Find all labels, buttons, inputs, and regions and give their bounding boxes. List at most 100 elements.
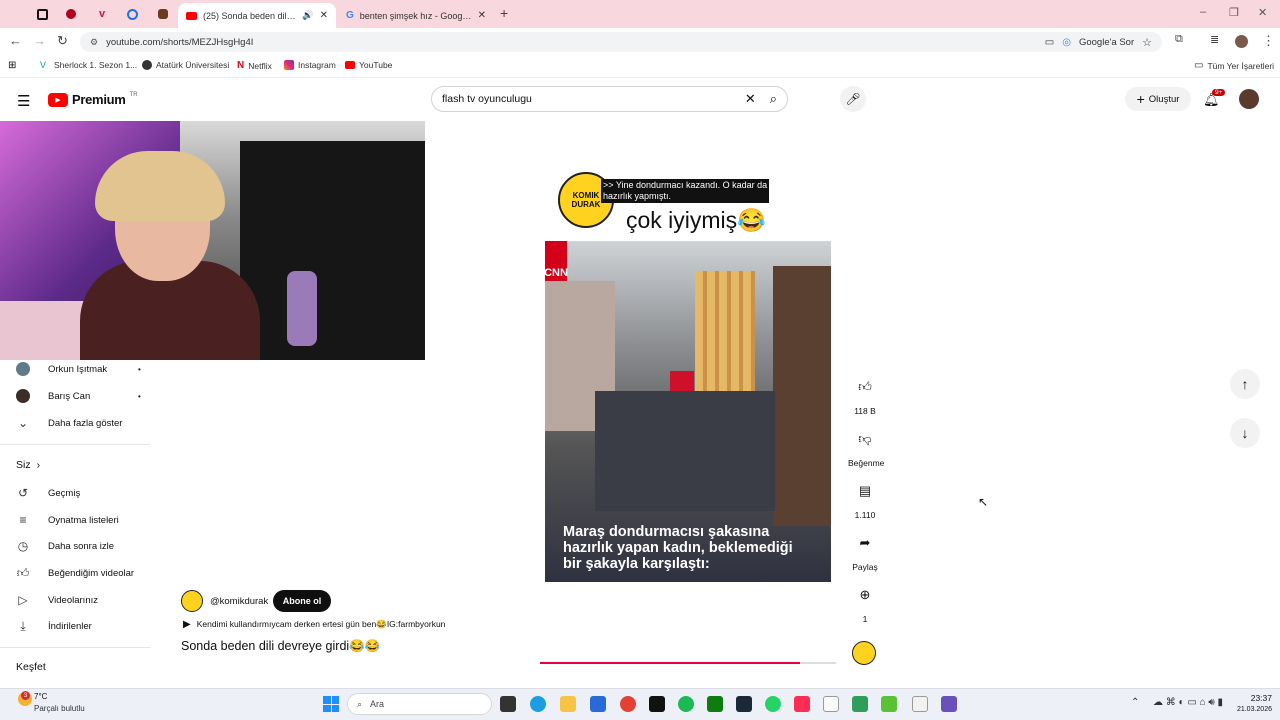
notepad-icon[interactable] — [823, 696, 839, 712]
tab-google-search[interactable]: G benten şimşek hız - Google'da ✕ — [338, 3, 494, 28]
channel-handle[interactable]: @komikdurak — [210, 596, 268, 607]
taskbar-clock[interactable]: 23:37 21.03.2026 — [1232, 693, 1272, 715]
dislike-action[interactable]: 👎︎ Beğenme — [848, 424, 884, 468]
close-window-icon[interactable]: ✕ — [1258, 6, 1267, 19]
share-action[interactable]: ➦ Paylaş — [848, 528, 882, 572]
xbox-icon[interactable] — [707, 696, 723, 712]
short-description[interactable]: ▶ Kendimi kullandırmıycam derken ertesi … — [183, 619, 445, 630]
minimize-icon[interactable]: – — [1200, 6, 1206, 18]
remix-icon[interactable]: ⊕ — [850, 580, 880, 610]
bookmark-item[interactable]: YouTube — [345, 60, 392, 70]
channel-avatar[interactable] — [181, 590, 203, 612]
sidebar-item-playlists[interactable]: ≡ Oynatma listeleri — [16, 513, 118, 527]
sound-channel-avatar[interactable] — [852, 641, 876, 665]
pinned-tab[interactable] — [31, 4, 53, 24]
short-player[interactable]: KOMIK DURAK >> Yine dondurmacı kazandı. … — [536, 122, 840, 666]
progress-track[interactable] — [540, 662, 836, 664]
app-icon[interactable] — [912, 696, 928, 712]
whatsapp-icon[interactable] — [765, 696, 781, 712]
sidebar-item-downloads[interactable]: ⤓ İndirilenler — [16, 619, 91, 634]
site-info-icon[interactable]: ⚙ — [90, 37, 98, 48]
google-icon: G — [346, 10, 354, 21]
clear-search-icon[interactable]: ✕ — [745, 91, 756, 107]
close-tab-icon[interactable]: ✕ — [478, 10, 486, 21]
address-bar[interactable]: ⚙ youtube.com/shorts/MEZJHsgHg4I ▭ ◎ Goo… — [80, 32, 1162, 52]
hamburger-menu-icon[interactable]: ☰ — [17, 92, 30, 110]
subscribe-button[interactable]: Abone ol — [273, 590, 331, 612]
bookmark-star-icon[interactable]: ☆ — [1142, 36, 1152, 49]
spotify-icon[interactable] — [678, 696, 694, 712]
thumb-down-icon[interactable]: 👎︎ — [850, 424, 880, 454]
channel-avatar — [16, 389, 30, 403]
url-text[interactable]: youtube.com/shorts/MEZJHsgHg4I — [106, 37, 1037, 48]
thumb-up-icon[interactable]: 👍︎ — [850, 372, 880, 402]
youtube-logo[interactable]: ▶ Premium TR — [48, 92, 138, 107]
account-avatar[interactable] — [1239, 89, 1259, 109]
search-box[interactable]: flash tv oyunculugu ✕ ⌕ — [431, 86, 788, 112]
video-frame[interactable]: CNN Maraş dondurmacısı şakasına hazırlık… — [545, 241, 831, 582]
excel-icon[interactable] — [852, 696, 868, 712]
app-icon[interactable] — [881, 696, 897, 712]
comment-icon[interactable]: ▤ — [850, 476, 880, 506]
tray-icons[interactable]: ☁ ⌘ ◐ ▭ ⌂ 🔊︎ ▮ — [1153, 697, 1223, 708]
tab-youtube-short[interactable]: (25) Sonda beden dili devr 🔊 ✕ — [178, 3, 336, 28]
search-icon[interactable]: ⌕ — [770, 91, 777, 107]
pinned-tab[interactable] — [152, 4, 174, 24]
sidebar-item-liked[interactable]: 👍︎ Beğendiğim videolar — [16, 566, 134, 581]
sidebar-section-you[interactable]: Siz › — [16, 459, 40, 471]
google-lens-icon[interactable]: ◎ — [1062, 37, 1071, 48]
store-icon[interactable] — [590, 696, 606, 712]
speaker-icon[interactable]: 🔊 — [302, 10, 313, 21]
taskbar-search[interactable]: ⌕ Ara — [347, 693, 492, 715]
pinned-tab[interactable] — [60, 4, 82, 24]
close-tab-icon[interactable]: ✕ — [320, 10, 328, 21]
sidebar-item-your-videos[interactable]: ▷ Videolarınız — [16, 593, 98, 607]
pinned-tab[interactable]: v — [91, 4, 113, 24]
forward-icon[interactable]: → — [33, 33, 46, 48]
bookmark-item[interactable]: V Sherlock 1. Sezon 1... — [40, 60, 137, 70]
bookmark-item[interactable]: Atatürk Üniversitesi — [142, 60, 229, 70]
reading-list-icon[interactable]: ≣ — [1210, 33, 1219, 46]
pinned-tab[interactable] — [121, 4, 143, 24]
tiktok-icon[interactable] — [649, 696, 665, 712]
comments-action[interactable]: ▤ 1.110 — [848, 476, 882, 520]
reload-icon[interactable]: ↻ — [57, 33, 68, 49]
tray-chevron-up-icon[interactable]: ⌃ — [1131, 697, 1139, 708]
sidebar-item-subscription[interactable]: Orkun Işıtmak • — [16, 362, 141, 376]
apps-grid-icon[interactable]: ⊞ — [8, 60, 16, 71]
all-bookmarks[interactable]: ▭ Tüm Yer İşaretleri — [1194, 60, 1274, 71]
search-input[interactable]: flash tv oyunculugu — [442, 93, 745, 105]
google-ask-label[interactable]: Google'a Sor — [1079, 37, 1134, 48]
bookmark-item[interactable]: Instagram — [284, 60, 336, 70]
steam-icon[interactable] — [736, 696, 752, 712]
sidebar-show-more[interactable]: ⌄ Daha fazla göster — [16, 416, 123, 430]
sidebar-item-watch-later[interactable]: ◷ Daha sonra izle — [16, 539, 114, 553]
remix-action[interactable]: ⊕ 1 — [848, 580, 882, 624]
bookmark-item[interactable]: N Netflix — [237, 60, 272, 71]
like-action[interactable]: 👍︎ 118 B — [848, 372, 882, 416]
task-view-icon[interactable] — [500, 696, 516, 712]
back-icon[interactable]: ← — [9, 33, 22, 48]
previous-short-arrow-up-icon[interactable]: ↑ — [1230, 369, 1260, 399]
chrome-icon[interactable] — [620, 696, 636, 712]
voice-search-icon[interactable]: 🎤︎ — [840, 86, 866, 112]
cast-icon[interactable]: ▭ — [1045, 37, 1054, 48]
sidebar-item-subscription[interactable]: Barış Can • — [16, 389, 141, 403]
youtube-play-icon: ▶ — [48, 92, 68, 107]
share-icon[interactable]: ➦ — [850, 528, 880, 558]
windows-start-icon[interactable] — [323, 696, 339, 712]
new-tab-icon[interactable]: + — [500, 5, 508, 21]
tiktok-app-icon[interactable] — [794, 696, 810, 712]
extensions-icon[interactable]: ⧉ — [1175, 33, 1183, 46]
app-icon[interactable] — [941, 696, 957, 712]
sidebar-item-history[interactable]: ↺ Geçmiş — [16, 486, 80, 500]
profile-avatar[interactable] — [1235, 35, 1248, 48]
maximize-icon[interactable]: ❐ — [1229, 6, 1239, 19]
next-short-arrow-down-icon[interactable]: ↓ — [1230, 418, 1260, 448]
menu-dots-icon[interactable]: ⋮ — [1262, 33, 1275, 49]
create-button[interactable]: + Oluştur — [1125, 87, 1191, 111]
file-explorer-icon[interactable] — [560, 696, 576, 712]
caption-line: >> Yine dondurmacı kazandı. O kadar da — [603, 180, 768, 190]
progress-fill — [540, 662, 801, 664]
edge-icon[interactable] — [530, 696, 546, 712]
